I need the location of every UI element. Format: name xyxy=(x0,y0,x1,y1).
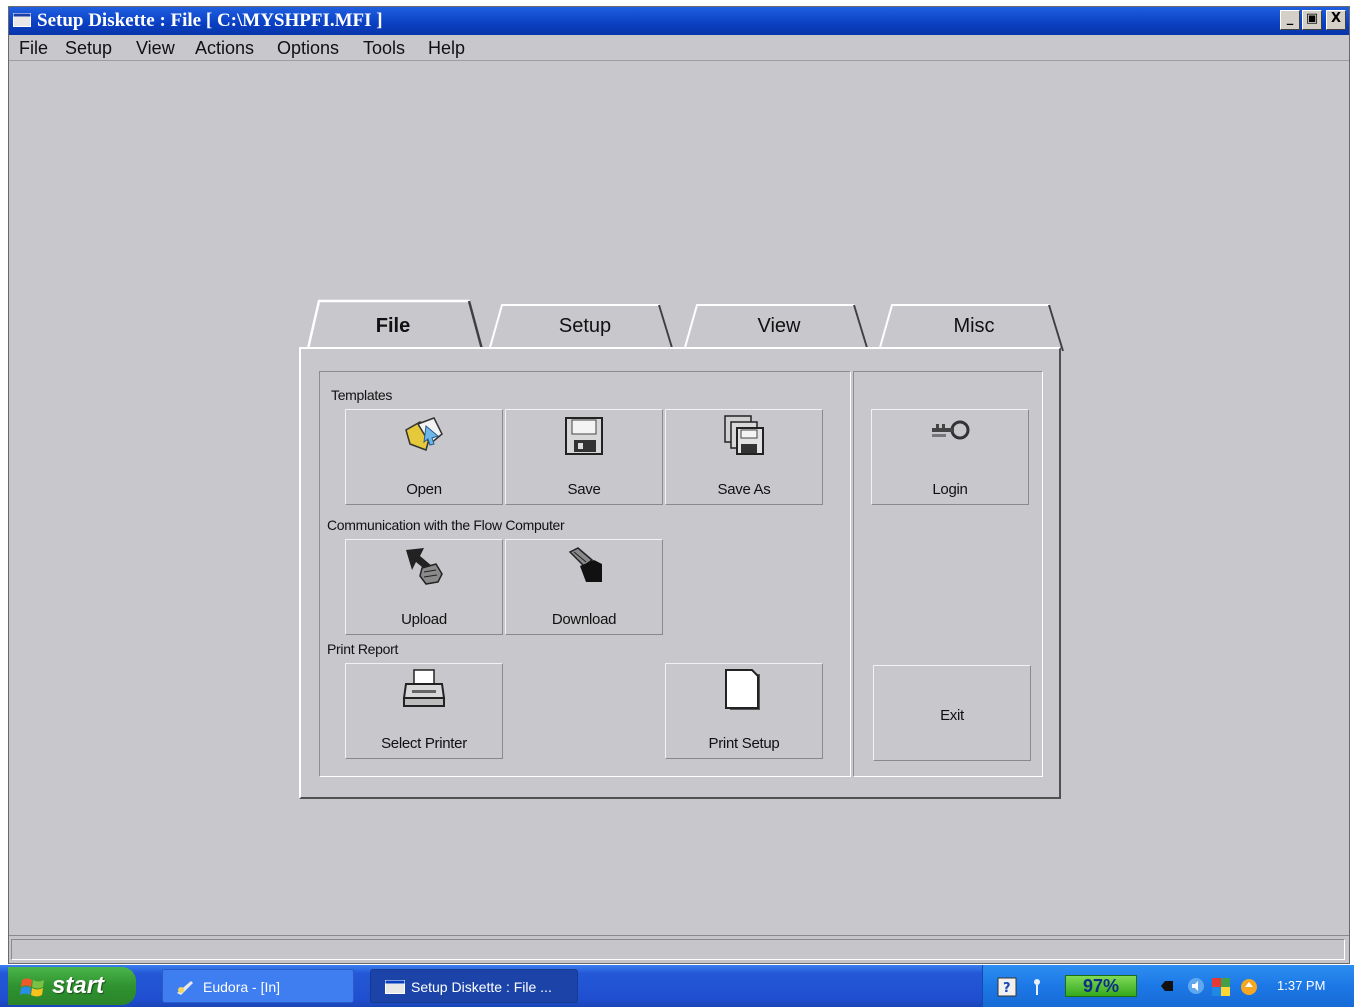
templates-label: Templates xyxy=(331,387,393,403)
upload-hand-icon xyxy=(406,548,443,585)
system-clock[interactable]: 1:37 PM xyxy=(1277,978,1325,993)
taskbar-item-label: Eudora - [In] xyxy=(203,979,281,995)
select-printer-button[interactable]: Select Printer xyxy=(345,663,503,759)
taskbar-item-label: Setup Diskette : File ... xyxy=(411,979,552,995)
menu-view[interactable]: View xyxy=(136,38,175,58)
eudora-icon xyxy=(177,981,193,995)
menu-tools[interactable]: Tools xyxy=(363,38,405,58)
menu-help[interactable]: Help xyxy=(428,38,465,58)
exit-label: Exit xyxy=(940,707,964,724)
application-window: Setup Diskette : File [ C:\MYSHPFI.MFI ]… xyxy=(8,6,1350,964)
status-panel xyxy=(11,939,1345,960)
windows-update-icon[interactable] xyxy=(1239,977,1259,997)
battery-indicator[interactable]: 97% xyxy=(1065,975,1137,997)
floppy-disk-icon xyxy=(565,417,603,455)
exit-button[interactable]: Exit xyxy=(873,665,1031,761)
tab-file[interactable]: File xyxy=(333,315,453,338)
restore-button[interactable]: ▣ xyxy=(1302,10,1322,30)
save-button[interactable]: Save xyxy=(505,409,663,505)
client-area: File Setup View Misc Templates Open Save… xyxy=(9,61,1349,934)
select-printer-label: Select Printer xyxy=(381,735,467,752)
download-hand-icon xyxy=(568,547,602,582)
page-icon xyxy=(725,669,760,710)
window-title: Setup Diskette : File [ C:\MYSHPFI.MFI ] xyxy=(37,10,383,31)
save-as-icon xyxy=(724,415,764,455)
help-icon[interactable]: ? xyxy=(997,977,1017,997)
menu-file[interactable]: File xyxy=(19,38,48,58)
security-shield-icon[interactable] xyxy=(1211,977,1231,997)
title-bar[interactable]: Setup Diskette : File [ C:\MYSHPFI.MFI ]… xyxy=(9,7,1349,35)
tab-setup[interactable]: Setup xyxy=(525,315,645,338)
upload-button[interactable]: Upload xyxy=(345,539,503,635)
windows-flag-icon xyxy=(20,978,44,997)
close-button[interactable]: X xyxy=(1326,10,1346,30)
taskbar-item-eudora[interactable]: Eudora - [In] xyxy=(162,969,354,1003)
system-tray: ? 97% 1:37 PM xyxy=(982,965,1354,1007)
start-label: start xyxy=(52,972,105,999)
upload-label: Upload xyxy=(401,611,447,628)
status-bar xyxy=(9,935,1349,963)
printer-icon xyxy=(402,669,446,707)
taskbar: start Eudora - [In] Setup Diskette : Fil… xyxy=(0,965,1354,1007)
taskbar-item-setup-diskette[interactable]: Setup Diskette : File ... xyxy=(370,969,578,1003)
app-window-icon xyxy=(13,13,31,27)
open-button[interactable]: Open xyxy=(345,409,503,505)
save-as-button[interactable]: Save As xyxy=(665,409,823,505)
menu-setup[interactable]: Setup xyxy=(65,38,112,58)
tab-misc[interactable]: Misc xyxy=(914,315,1034,338)
open-label: Open xyxy=(406,481,442,498)
menu-bar: File Setup View Actions Options Tools He… xyxy=(9,35,1349,61)
download-label: Download xyxy=(551,611,617,628)
menu-options[interactable]: Options xyxy=(277,38,339,58)
app-window-icon xyxy=(385,980,405,994)
start-button[interactable]: start xyxy=(8,967,136,1005)
menu-actions[interactable]: Actions xyxy=(195,38,254,58)
save-as-label: Save As xyxy=(717,481,771,498)
open-folder-icon xyxy=(405,417,443,451)
key-icon xyxy=(932,420,970,440)
speaker-icon[interactable] xyxy=(1187,977,1205,995)
network-icon[interactable] xyxy=(1029,977,1045,997)
download-button[interactable]: Download xyxy=(505,539,663,635)
power-plug-icon[interactable] xyxy=(1151,977,1177,995)
print-report-label: Print Report xyxy=(327,641,399,657)
save-label: Save xyxy=(567,481,601,498)
communication-label: Communication with the Flow Computer xyxy=(327,517,565,533)
tab-panel-file: Templates Open Save Save As Communicatio… xyxy=(299,347,1061,799)
svg-text:?: ? xyxy=(1003,981,1011,996)
login-button[interactable]: Login xyxy=(871,409,1029,505)
print-setup-label: Print Setup xyxy=(708,735,780,752)
tab-view[interactable]: View xyxy=(719,315,839,338)
login-label: Login xyxy=(932,481,968,498)
minimize-button[interactable]: _ xyxy=(1280,10,1300,30)
print-setup-button[interactable]: Print Setup xyxy=(665,663,823,759)
